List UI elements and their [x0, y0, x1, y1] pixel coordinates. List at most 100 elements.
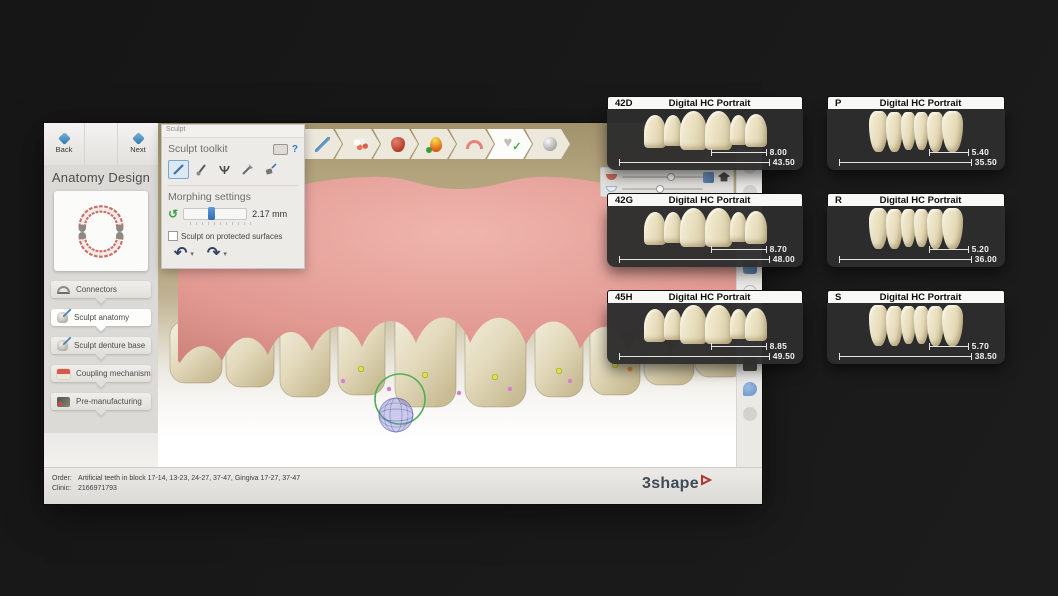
set-width-ruler: 48.00: [619, 254, 795, 264]
page-title: Anatomy Design: [44, 170, 158, 185]
mould-card-42D[interactable]: 8.00 43.50 42D Digital HC Portrait: [607, 96, 803, 170]
mould-card-S[interactable]: 5.70 38.50 S Digital HC Portrait: [827, 290, 1005, 364]
mould-title: Digital HC Portrait: [643, 98, 802, 109]
tooth-shape: [869, 111, 888, 152]
status-bar: Order:Artificial teeth in block 17-14, 1…: [44, 467, 762, 504]
ruler-line: [839, 256, 972, 263]
clinic-value: 2166971793: [78, 485, 117, 492]
ruler-line: [711, 246, 767, 253]
sidebar-item-coupling-mechanism[interactable]: Coupling mechanism: [51, 365, 151, 382]
tooth-shape: [745, 308, 767, 341]
reset-radius-icon[interactable]: ↺: [168, 209, 178, 219]
tooth-shape: [745, 211, 767, 244]
sidebar-item-sculpt-denture-base[interactable]: Sculpt denture base: [51, 337, 151, 354]
back-arrow-icon: [58, 132, 71, 145]
mould-teeth-preview: [607, 111, 803, 150]
tooth-shape: [869, 208, 888, 249]
carve-claw-icon: [218, 163, 231, 176]
ruler-line: [619, 159, 770, 166]
order-label: Order:: [52, 474, 78, 484]
set-width-value: 43.50: [773, 157, 795, 167]
paint-tool-icon[interactable]: [703, 172, 714, 183]
mould-title: Digital HC Portrait: [643, 195, 802, 206]
dental-arch-overview[interactable]: [54, 191, 148, 271]
tooth-shape: [664, 212, 682, 243]
redo-button[interactable]: ↷: [207, 247, 220, 261]
margin-point-orange: [628, 367, 633, 372]
tooth-shape: [664, 115, 682, 146]
gingiva-opacity-slider[interactable]: [622, 176, 703, 178]
mould-card-45H[interactable]: 8.85 49.50 45H Digital HC Portrait: [607, 290, 803, 364]
sculpt-anatomy-icon: [57, 312, 68, 323]
sidebar-item-label: Coupling mechanism: [76, 369, 151, 378]
protect-surfaces-checkbox[interactable]: [168, 231, 178, 241]
tooth-width-ruler: 5.20: [929, 244, 989, 254]
tooth-shape: [942, 208, 963, 249]
card-header: 42D Digital HC Portrait: [607, 96, 803, 109]
radius-slider-handle[interactable]: [208, 207, 215, 220]
tool-stamp[interactable]: [260, 160, 281, 179]
card-header: 45H Digital HC Portrait: [607, 290, 803, 303]
redo-dropdown-caret[interactable]: ▾: [223, 250, 227, 258]
ruler-line: [929, 246, 969, 253]
tooth-shape: [705, 111, 732, 150]
tooth-width-value: 5.70: [972, 341, 989, 351]
logo-text: 3shape: [642, 475, 699, 493]
tooth-shape: [705, 208, 732, 247]
back-button[interactable]: Back: [44, 123, 84, 165]
mould-card-42G[interactable]: 8.70 48.00 42G Digital HC Portrait: [607, 193, 803, 267]
tooth-shape: [745, 114, 767, 147]
screen: Back Next Anatomy Design: [0, 0, 1058, 596]
3shape-logo: 3shape: [642, 475, 712, 493]
ruler-line: [711, 149, 767, 156]
slider-knob[interactable]: [667, 173, 675, 181]
materials-sphere-icon: [543, 137, 557, 151]
card-header: 42G Digital HC Portrait: [607, 193, 803, 206]
ruler-line: [839, 159, 972, 166]
undo-button[interactable]: ↶: [174, 247, 187, 261]
annotation-chat-icon[interactable]: [743, 382, 757, 396]
mould-teeth-preview: [827, 111, 1005, 152]
sidebar-item-connectors[interactable]: Connectors: [51, 281, 151, 298]
tool-wax-knife[interactable]: [191, 160, 212, 179]
help-icon[interactable]: ?: [292, 144, 298, 155]
tooth-shape: [680, 111, 707, 150]
expert-mode-icon[interactable]: [718, 172, 730, 183]
set-width-value: 49.50: [773, 351, 795, 361]
next-button[interactable]: Next: [118, 123, 158, 165]
tooth-shape: [869, 305, 888, 346]
wizard-spacer: [84, 123, 118, 165]
mould-teeth-preview: [827, 208, 1005, 249]
teeth-layer-icon: [606, 186, 617, 192]
sculpt-tools: [168, 160, 298, 179]
sidebar-item-label: Pre-manufacturing: [76, 397, 142, 406]
tooth-width-ruler: 5.70: [929, 341, 989, 351]
mould-code: 42G: [608, 195, 643, 206]
heart-glyph: ♥: [504, 134, 513, 151]
snapshot-icon[interactable]: [273, 144, 288, 155]
undo-dropdown-caret[interactable]: ▾: [190, 250, 194, 258]
sidebar-item-pre-manufacturing[interactable]: Pre-manufacturing: [51, 393, 151, 410]
mould-teeth-preview: [607, 305, 803, 344]
mould-code: P: [828, 98, 863, 109]
tool-morph[interactable]: [168, 160, 189, 179]
sidebar-item-sculpt-anatomy[interactable]: Sculpt anatomy: [51, 309, 151, 326]
mould-code: 42D: [608, 98, 643, 109]
card-header: P Digital HC Portrait: [827, 96, 1005, 109]
slider-ticks: [190, 222, 252, 225]
workflow-step-bar: ♥ ✓: [297, 129, 570, 159]
slider-knob[interactable]: [656, 185, 664, 193]
mould-card-P[interactable]: 5.40 35.50 P Digital HC Portrait: [827, 96, 1005, 170]
tooth-width-value: 8.70: [770, 244, 787, 254]
arch-diagram-icon: [71, 197, 131, 265]
mould-card-R[interactable]: 5.20 36.00 R Digital HC Portrait: [827, 193, 1005, 267]
tool-carve[interactable]: [214, 160, 235, 179]
radius-slider[interactable]: [183, 208, 247, 220]
teeth-opacity-slider[interactable]: [622, 188, 703, 190]
set-width-ruler: 38.50: [839, 351, 997, 361]
tool-smooth[interactable]: [237, 160, 258, 179]
smooth-spatula-icon: [241, 163, 254, 176]
tooth-shape: [680, 305, 707, 344]
view-tool-icon[interactable]: [743, 407, 757, 421]
mould-title: Digital HC Portrait: [863, 195, 1004, 206]
